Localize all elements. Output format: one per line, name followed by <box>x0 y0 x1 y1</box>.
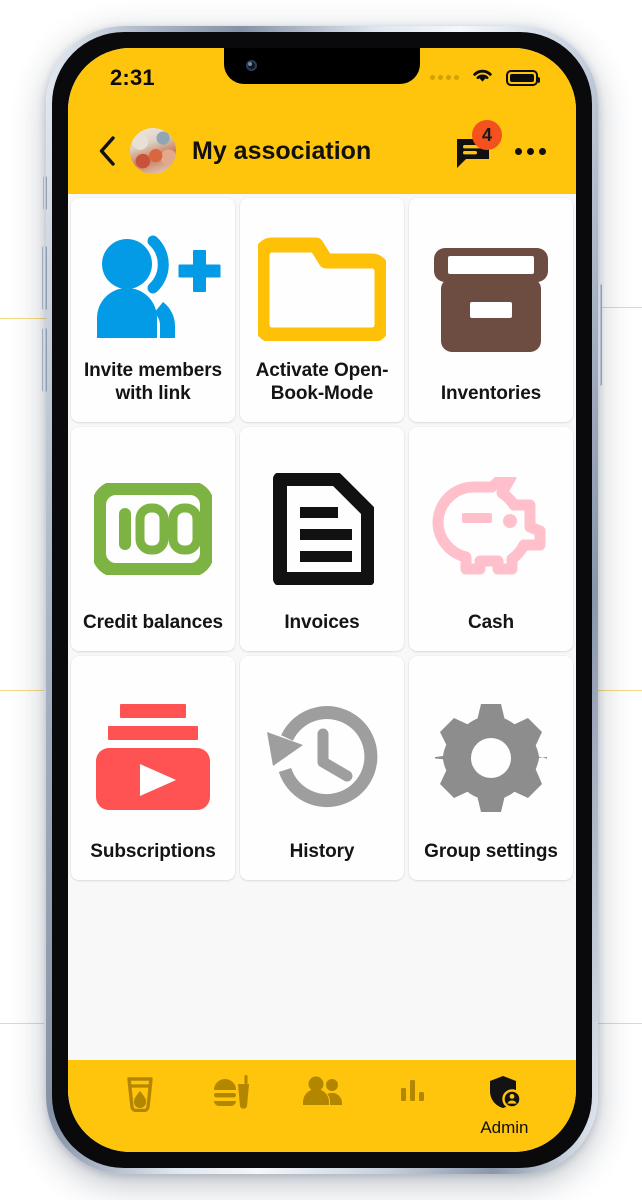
admin-shield-icon <box>486 1074 523 1115</box>
tile-label: Cash <box>467 612 515 634</box>
tile-label: Invoices <box>284 612 360 634</box>
chat-unread-badge: 4 <box>472 120 502 150</box>
nav-item-food[interactable] <box>185 1074 276 1120</box>
phone-frame: 2:31 My association 4 Invite members wit… <box>42 26 602 1174</box>
signal-dots-icon <box>430 75 459 80</box>
volume-down-button[interactable] <box>42 328 47 392</box>
banknote-100-icon <box>79 445 227 612</box>
tile-inventories[interactable]: Inventories <box>409 198 573 422</box>
battery-full-icon <box>506 69 540 86</box>
page-title: My association <box>192 136 372 165</box>
bar-chart-icon <box>398 1074 428 1109</box>
back-button[interactable] <box>90 131 124 171</box>
phone-bezel: 2:31 My association 4 Invite members wit… <box>52 32 592 1168</box>
guide-line-right-2 <box>598 690 642 691</box>
tile-invite-members[interactable]: Invite members with link <box>71 198 235 422</box>
main-content: Invite members with link Activate Open-B… <box>68 194 576 1060</box>
tile-subscriptions[interactable]: Subscriptions <box>71 656 235 880</box>
tile-invoices[interactable]: Invoices <box>240 427 404 651</box>
phone-notch <box>224 48 420 84</box>
tile-label: Invite members with link <box>84 360 222 405</box>
tile-group-settings[interactable]: Group settings <box>409 656 573 880</box>
app-header: My association 4 <box>68 108 576 194</box>
more-horizontal-icon[interactable] <box>510 131 550 171</box>
people-icon <box>301 1074 343 1113</box>
nav-item-admin[interactable]: Admin <box>459 1074 550 1138</box>
volume-up-button[interactable] <box>42 246 47 310</box>
phone-screen: 2:31 My association 4 Invite members wit… <box>68 48 576 1152</box>
guide-line-left-3 <box>0 1023 44 1024</box>
status-bar-indicators <box>430 66 540 89</box>
tile-label: Subscriptions <box>90 841 216 863</box>
document-text-icon <box>248 445 396 612</box>
wifi-icon <box>470 66 495 89</box>
guide-line-right-3 <box>598 1023 642 1024</box>
tile-cash[interactable]: Cash <box>409 427 573 651</box>
video-stack-icon <box>79 674 227 841</box>
tile-label: Credit balances <box>83 612 223 634</box>
status-bar: 2:31 <box>68 48 576 108</box>
tile-label: Activate Open-Book-Mode <box>255 360 389 405</box>
fast-food-icon <box>211 1074 251 1117</box>
group-avatar-photo[interactable] <box>130 128 176 174</box>
tile-label: Inventories <box>440 383 542 405</box>
history-clock-icon <box>248 674 396 841</box>
tile-activate-open-book-mode[interactable]: Activate Open-Book-Mode <box>240 198 404 422</box>
piggy-bank-icon <box>417 445 565 612</box>
tile-credit-balances[interactable]: Credit balances <box>71 427 235 651</box>
silent-switch[interactable] <box>43 176 47 210</box>
action-grid: Invite members with link Activate Open-B… <box>68 198 576 880</box>
bottom-navigation: Admin <box>68 1060 576 1152</box>
drink-glass-icon <box>123 1074 157 1117</box>
tile-history[interactable]: History <box>240 656 404 880</box>
archive-box-icon <box>417 216 565 383</box>
guide-line-left-2 <box>0 690 44 691</box>
chat-button[interactable]: 4 <box>452 120 502 172</box>
status-bar-clock: 2:31 <box>110 65 155 90</box>
folder-open-icon <box>248 216 396 360</box>
tile-label: Group settings <box>424 841 558 863</box>
nav-item-statistics[interactable] <box>368 1074 459 1112</box>
tile-label: History <box>289 841 355 863</box>
app-top-bar: 2:31 My association 4 <box>68 48 576 194</box>
nav-item-people[interactable] <box>276 1074 367 1116</box>
power-button[interactable] <box>597 284 602 386</box>
gear-icon <box>417 674 565 841</box>
person-add-icon <box>79 216 227 360</box>
nav-label: Admin <box>480 1118 529 1137</box>
nav-item-drinks[interactable] <box>94 1074 185 1120</box>
front-camera-icon <box>246 60 257 71</box>
